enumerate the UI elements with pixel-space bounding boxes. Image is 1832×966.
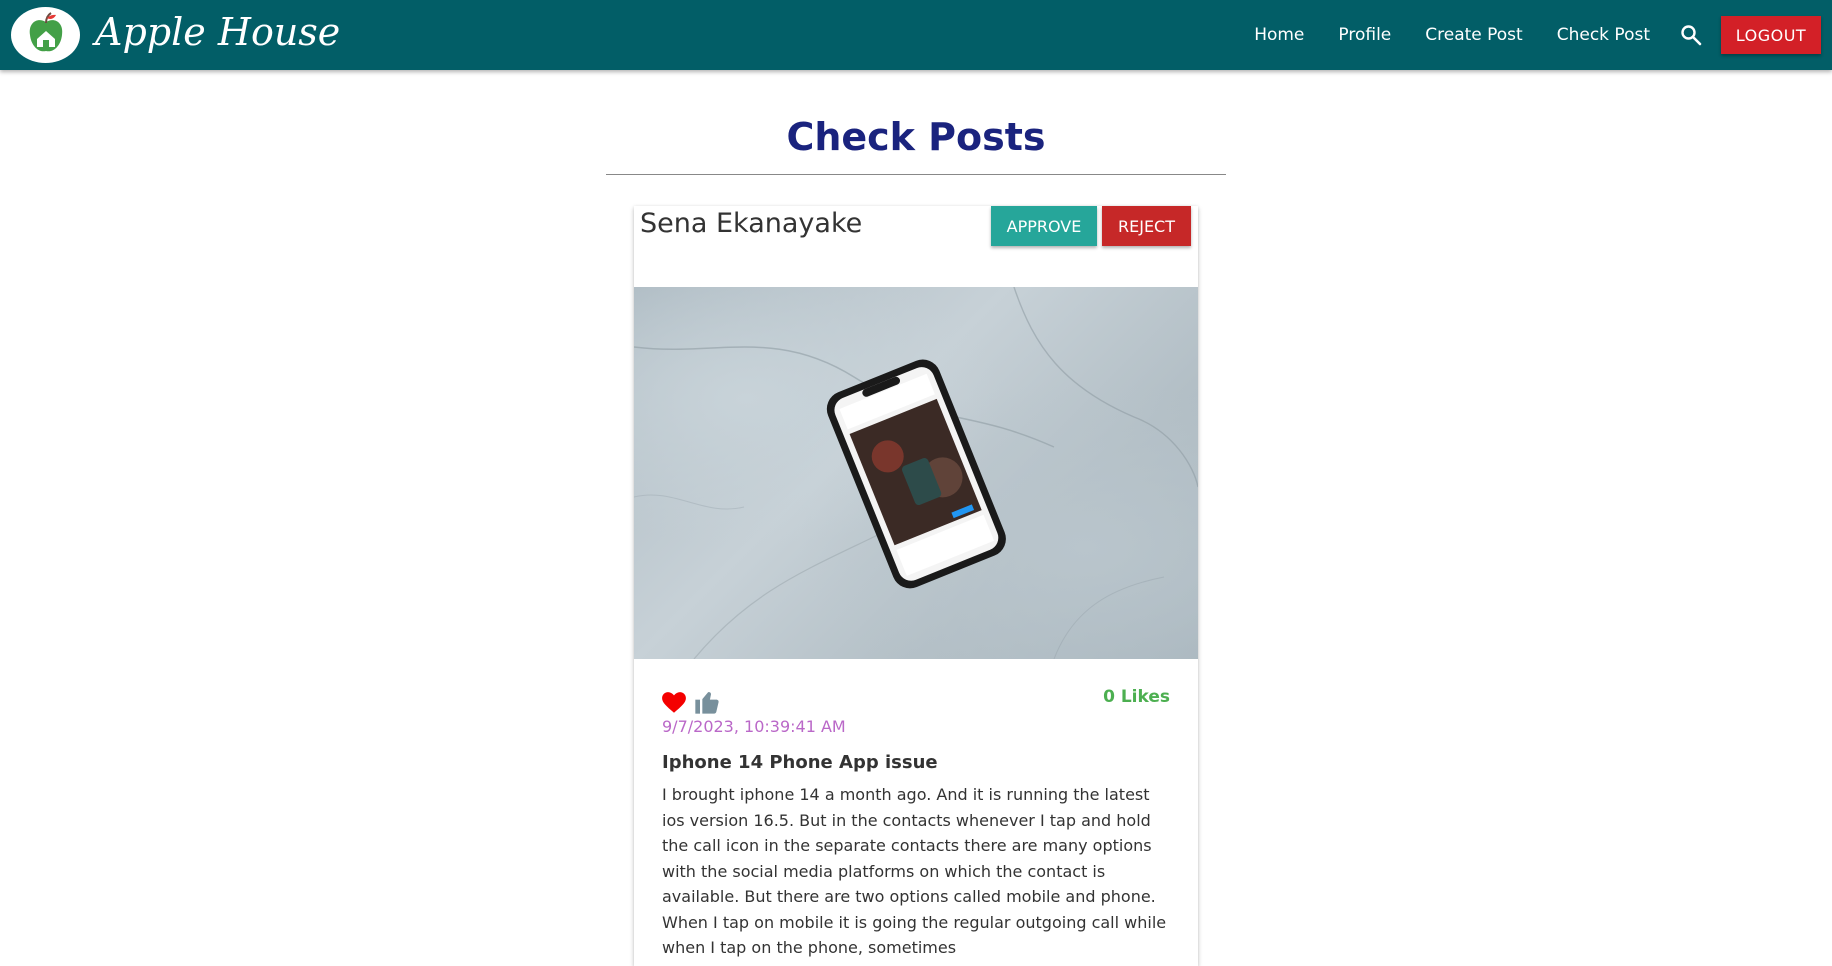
post-author: Sena Ekanayake	[640, 208, 863, 239]
reject-button[interactable]: REJECT	[1102, 206, 1191, 246]
page-title: Check Posts	[786, 115, 1046, 159]
brand-name[interactable]: Apple House	[95, 10, 340, 54]
logout-button[interactable]: LOGOUT	[1721, 16, 1821, 54]
likes-count: 0 Likes	[1103, 687, 1170, 707]
approve-button[interactable]: APPROVE	[991, 206, 1097, 246]
navbar: Apple House Home Profile Create Post Che…	[0, 0, 1832, 70]
post-title: Iphone 14 Phone App issue	[662, 752, 938, 773]
heart-icon[interactable]	[661, 690, 687, 716]
title-divider	[606, 174, 1226, 175]
post-body: I brought iphone 14 a month ago. And it …	[662, 785, 1167, 957]
post-image	[634, 287, 1198, 659]
nav-links: Home Profile Create Post Check Post LOGO…	[1237, 0, 1832, 70]
nav-link-home[interactable]: Home	[1237, 25, 1321, 45]
post-card: Sena Ekanayake APPROVE REJECT 0 Likes 9/…	[634, 206, 1198, 966]
thumbs-up-icon[interactable]	[693, 688, 721, 716]
apple-house-logo-icon[interactable]	[11, 7, 80, 63]
nav-link-profile[interactable]: Profile	[1321, 25, 1408, 45]
search-icon	[1681, 25, 1702, 46]
post-timestamp: 9/7/2023, 10:39:41 AM	[662, 717, 846, 736]
search-button[interactable]	[1667, 0, 1715, 70]
nav-link-check-post[interactable]: Check Post	[1540, 25, 1667, 45]
nav-link-create-post[interactable]: Create Post	[1408, 25, 1539, 45]
